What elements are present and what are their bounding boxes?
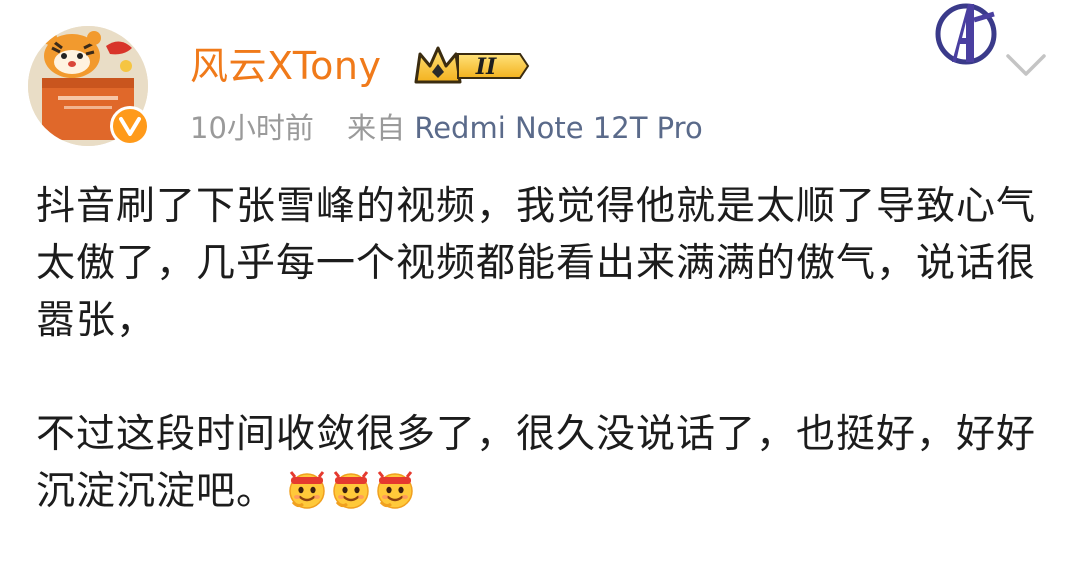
source-device[interactable]: Redmi Note 12T Pro xyxy=(414,111,702,145)
emoji-row xyxy=(286,468,418,526)
username[interactable]: 风云XTony xyxy=(190,38,381,94)
weibo-post: 风云XTony II 10小时前 来自 Redmi Note 12T Pro 抖… xyxy=(0,0,1080,568)
post-content: 抖音刷了下张雪峰的视频，我觉得他就是太顺了导致心气太傲了，几乎每一个视频都能看出… xyxy=(36,178,1046,526)
post-meta: 10小时前 来自 Redmi Note 12T Pro xyxy=(190,106,703,150)
member-level-badge[interactable]: II xyxy=(412,42,530,90)
crown-icon xyxy=(414,46,462,84)
smile-headband-emoji xyxy=(330,468,372,510)
post-paragraph-1: 抖音刷了下张雪峰的视频，我觉得他就是太顺了导致心气太傲了，几乎每一个视频都能看出… xyxy=(36,184,1037,343)
smile-headband-emoji xyxy=(374,468,416,510)
smile-headband-emoji xyxy=(286,468,328,510)
avatar[interactable] xyxy=(28,26,150,148)
post-paragraph-2: 不过这段时间收敛很多了，很久没说话了，也挺好，好好沉淀沉淀吧。 xyxy=(36,406,1046,526)
chevron-down-icon[interactable] xyxy=(1002,50,1050,80)
verified-v-icon xyxy=(110,106,150,146)
post-time: 10小时前 xyxy=(190,111,314,145)
post-paragraph-2-text: 不过这段时间收敛很多了，很久没说话了，也挺好，好好沉淀沉淀吧。 xyxy=(36,412,1037,514)
avengers-logo-icon xyxy=(928,0,1004,74)
source-prefix: 来自 xyxy=(347,111,406,145)
level-badge-text: II xyxy=(475,54,497,80)
